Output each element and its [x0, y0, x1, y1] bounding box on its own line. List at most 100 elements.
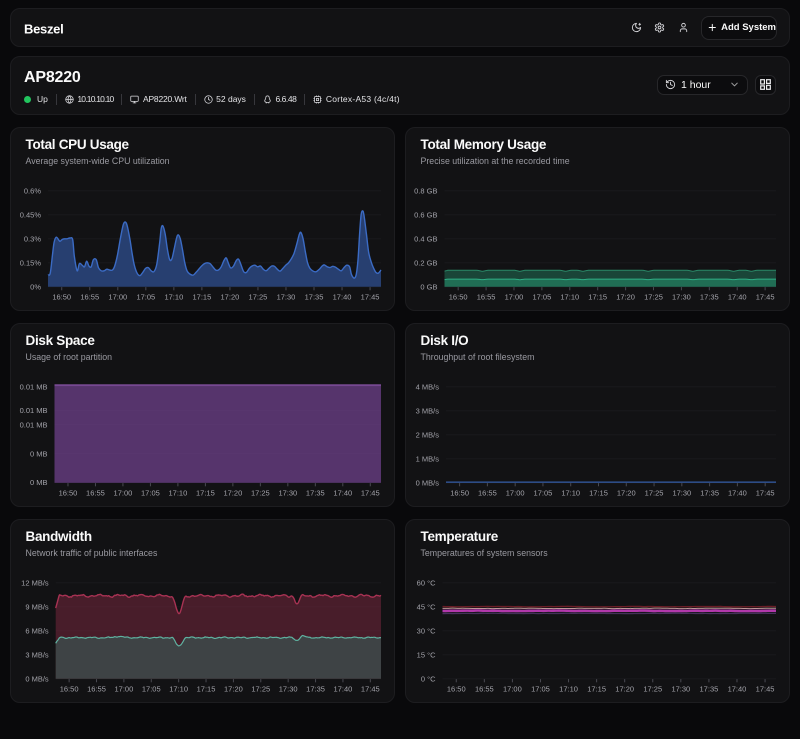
- svg-text:16:55: 16:55: [478, 488, 497, 497]
- svg-text:2 MB/s: 2 MB/s: [416, 431, 440, 440]
- svg-text:3 MB/s: 3 MB/s: [25, 651, 49, 660]
- svg-text:17:05: 17:05: [141, 488, 160, 497]
- svg-text:17:00: 17:00: [114, 684, 133, 693]
- svg-text:0 MB/s: 0 MB/s: [416, 479, 440, 488]
- svg-text:17:30: 17:30: [672, 488, 691, 497]
- svg-text:17:05: 17:05: [531, 684, 550, 693]
- svg-text:17:25: 17:25: [643, 684, 662, 693]
- svg-text:16:55: 16:55: [477, 292, 496, 301]
- svg-text:60 °C: 60 °C: [417, 579, 436, 588]
- svg-text:16:55: 16:55: [475, 684, 494, 693]
- svg-text:17:10: 17:10: [169, 488, 188, 497]
- svg-text:17:35: 17:35: [700, 684, 719, 693]
- svg-text:17:10: 17:10: [164, 292, 183, 301]
- svg-text:17:30: 17:30: [277, 292, 296, 301]
- svg-text:17:40: 17:40: [333, 488, 352, 497]
- svg-text:17:25: 17:25: [644, 292, 663, 301]
- svg-text:17:45: 17:45: [756, 488, 775, 497]
- svg-text:16:50: 16:50: [59, 488, 78, 497]
- svg-text:4 MB/s: 4 MB/s: [416, 383, 440, 392]
- svg-text:17:20: 17:20: [224, 684, 243, 693]
- svg-text:17:10: 17:10: [560, 292, 579, 301]
- svg-text:17:00: 17:00: [505, 292, 524, 301]
- svg-text:16:55: 16:55: [80, 292, 99, 301]
- svg-text:17:30: 17:30: [278, 488, 297, 497]
- svg-text:17:25: 17:25: [251, 684, 270, 693]
- svg-text:16:55: 16:55: [86, 488, 105, 497]
- svg-text:0 MB: 0 MB: [30, 450, 48, 459]
- svg-text:17:05: 17:05: [142, 684, 161, 693]
- svg-text:0.6%: 0.6%: [24, 187, 41, 196]
- svg-text:17:40: 17:40: [728, 292, 747, 301]
- svg-text:17:25: 17:25: [249, 292, 268, 301]
- svg-text:17:45: 17:45: [361, 684, 380, 693]
- svg-text:0.01 MB: 0.01 MB: [20, 383, 48, 392]
- svg-text:0 MB: 0 MB: [30, 478, 48, 487]
- svg-text:0.3%: 0.3%: [24, 235, 41, 244]
- svg-text:16:50: 16:50: [60, 684, 79, 693]
- svg-text:0%: 0%: [30, 283, 41, 292]
- svg-text:17:00: 17:00: [503, 684, 522, 693]
- svg-text:0.4 GB: 0.4 GB: [414, 235, 437, 244]
- svg-text:1 MB/s: 1 MB/s: [416, 455, 440, 464]
- svg-text:17:40: 17:40: [333, 292, 352, 301]
- svg-text:17:10: 17:10: [561, 488, 580, 497]
- svg-text:0.15%: 0.15%: [20, 259, 42, 268]
- svg-text:17:35: 17:35: [305, 292, 324, 301]
- svg-text:17:20: 17:20: [616, 292, 635, 301]
- svg-text:16:55: 16:55: [87, 684, 106, 693]
- svg-text:12 MB/s: 12 MB/s: [21, 579, 49, 588]
- svg-text:17:30: 17:30: [279, 684, 298, 693]
- svg-text:30 °C: 30 °C: [417, 627, 436, 636]
- svg-text:17:00: 17:00: [114, 488, 133, 497]
- svg-text:17:40: 17:40: [334, 684, 353, 693]
- svg-text:16:50: 16:50: [449, 292, 468, 301]
- svg-text:17:35: 17:35: [700, 488, 719, 497]
- svg-text:9 MB/s: 9 MB/s: [25, 603, 49, 612]
- svg-text:17:15: 17:15: [589, 488, 608, 497]
- svg-text:17:40: 17:40: [728, 488, 747, 497]
- svg-text:17:45: 17:45: [756, 292, 775, 301]
- svg-text:17:05: 17:05: [534, 488, 553, 497]
- svg-text:0 GB: 0 GB: [420, 283, 437, 292]
- svg-text:17:35: 17:35: [306, 684, 325, 693]
- svg-text:17:20: 17:20: [221, 292, 240, 301]
- svg-text:0 MB/s: 0 MB/s: [25, 675, 49, 684]
- svg-text:17:40: 17:40: [728, 684, 747, 693]
- svg-text:0.45%: 0.45%: [20, 211, 42, 220]
- svg-text:0.8 GB: 0.8 GB: [414, 187, 437, 196]
- svg-text:45 °C: 45 °C: [417, 603, 436, 612]
- svg-text:17:10: 17:10: [169, 684, 188, 693]
- svg-text:17:15: 17:15: [588, 292, 607, 301]
- svg-text:0 °C: 0 °C: [421, 675, 436, 684]
- svg-text:17:20: 17:20: [615, 684, 634, 693]
- svg-text:0.2 GB: 0.2 GB: [414, 259, 437, 268]
- svg-text:17:20: 17:20: [617, 488, 636, 497]
- svg-text:16:50: 16:50: [52, 292, 71, 301]
- svg-text:17:00: 17:00: [506, 488, 525, 497]
- svg-text:17:25: 17:25: [645, 488, 664, 497]
- svg-text:17:10: 17:10: [559, 684, 578, 693]
- svg-text:16:50: 16:50: [450, 488, 469, 497]
- svg-text:17:05: 17:05: [532, 292, 551, 301]
- svg-text:17:15: 17:15: [192, 292, 211, 301]
- svg-text:3 MB/s: 3 MB/s: [416, 407, 440, 416]
- svg-text:17:30: 17:30: [671, 684, 690, 693]
- svg-text:17:45: 17:45: [361, 488, 380, 497]
- svg-text:17:05: 17:05: [136, 292, 155, 301]
- svg-text:17:30: 17:30: [672, 292, 691, 301]
- svg-text:0.01 MB: 0.01 MB: [20, 406, 48, 415]
- svg-text:17:00: 17:00: [108, 292, 127, 301]
- svg-text:17:20: 17:20: [223, 488, 242, 497]
- svg-text:17:45: 17:45: [756, 684, 775, 693]
- svg-text:17:25: 17:25: [251, 488, 270, 497]
- svg-text:0.01 MB: 0.01 MB: [20, 421, 48, 430]
- svg-text:17:15: 17:15: [197, 684, 216, 693]
- svg-text:0.6 GB: 0.6 GB: [414, 211, 437, 220]
- svg-text:17:15: 17:15: [587, 684, 606, 693]
- svg-text:15 °C: 15 °C: [417, 651, 436, 660]
- svg-text:6 MB/s: 6 MB/s: [25, 627, 49, 636]
- svg-text:17:45: 17:45: [361, 292, 380, 301]
- svg-text:16:50: 16:50: [447, 684, 466, 693]
- svg-text:17:15: 17:15: [196, 488, 215, 497]
